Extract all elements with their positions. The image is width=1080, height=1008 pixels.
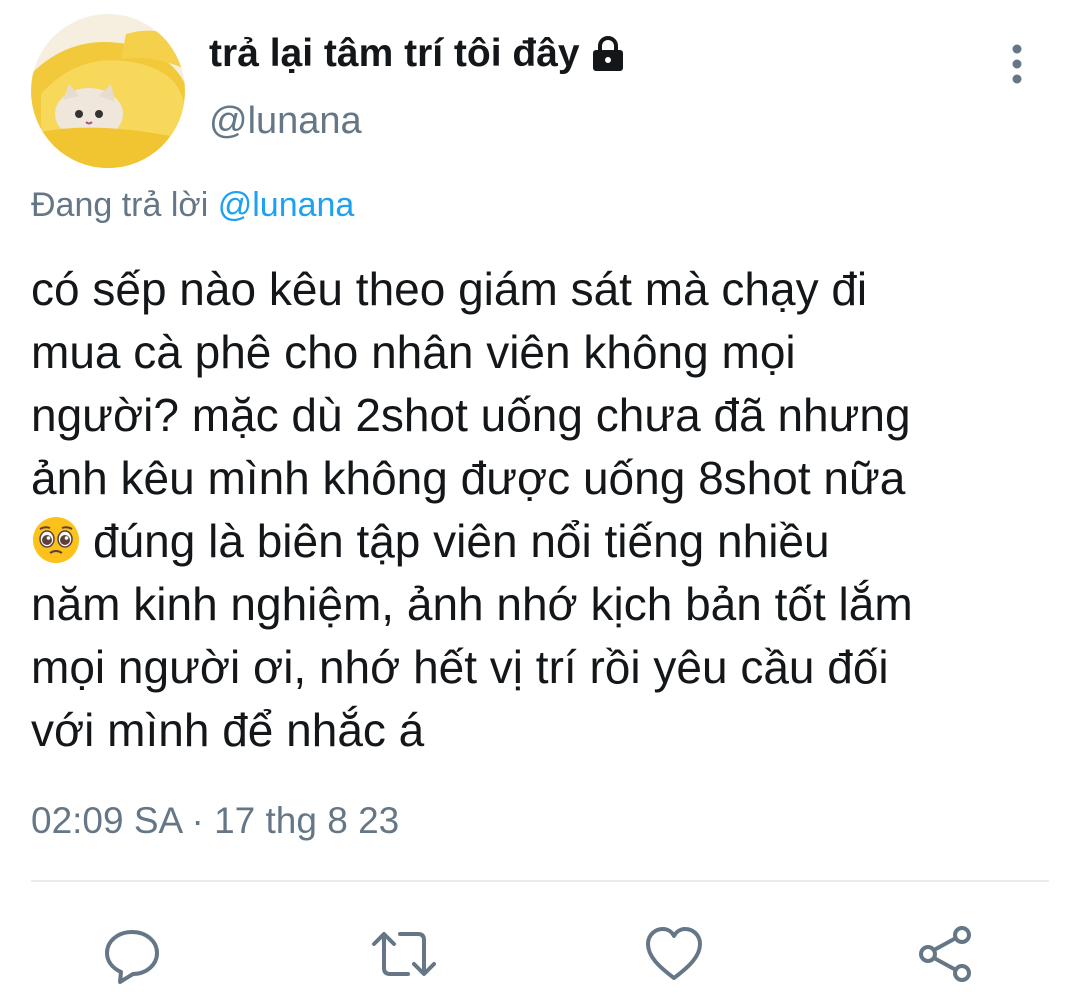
tweet-body-line: có sếp nào kêu theo giám sát mà chạy đi [31, 263, 868, 315]
tweet-body-line: ảnh kêu mình không được uống 8shot nữa [31, 452, 906, 504]
tweet-body-line: năm kinh nghiệm, ảnh nhớ kịch bản tốt lắ… [31, 578, 913, 630]
tweet-body-line: với mình để nhắc á [31, 704, 425, 756]
replying-prefix: Đang trả lời [31, 186, 209, 224]
retweet-button[interactable] [370, 924, 436, 984]
more-vertical-icon[interactable] [1000, 40, 1034, 90]
display-name-row[interactable]: trả lại tâm trí tôi đây [209, 32, 628, 76]
reply-button[interactable] [102, 924, 162, 984]
replying-mention-link[interactable]: @lunana [218, 186, 355, 224]
pleading-face-emoji [31, 515, 81, 565]
replying-to-line: Đang trả lời @lunana [31, 186, 354, 225]
share-icon [919, 926, 971, 982]
tweet-body-line: mọi người ơi, nhớ hết vị trí rồi yêu cầu… [31, 641, 889, 693]
tweet-body-line: người? mặc dù 2shot uống chưa đã nhưng [31, 389, 911, 441]
user-handle[interactable]: @lunana [209, 100, 362, 143]
divider [31, 880, 1049, 882]
cat-avatar-image [31, 14, 185, 168]
tweet-body-line-with-emoji: đúng là biên tập viên nổi tiếng nhiều [31, 510, 1061, 573]
tweet-body-line-text: đúng là biên tập viên nổi tiếng nhiều [93, 515, 830, 567]
like-button[interactable] [644, 924, 704, 984]
share-button[interactable] [915, 924, 975, 984]
tweet-body: có sếp nào kêu theo giám sát mà chạy đi … [31, 258, 1061, 762]
tweet-detail: trả lại tâm trí tôi đây @lunana Đang trả… [0, 0, 1080, 1008]
like-icon [646, 927, 702, 980]
retweet-icon [372, 932, 436, 976]
tweet-timestamp[interactable]: 02:09 SA · 17 thg 8 23 [31, 800, 399, 842]
reply-icon [105, 930, 159, 984]
avatar[interactable] [31, 14, 185, 168]
tweet-body-line: mua cà phê cho nhân viên không mọi [31, 326, 796, 378]
lock-icon [588, 34, 628, 74]
display-name[interactable]: trả lại tâm trí tôi đây [209, 32, 580, 76]
